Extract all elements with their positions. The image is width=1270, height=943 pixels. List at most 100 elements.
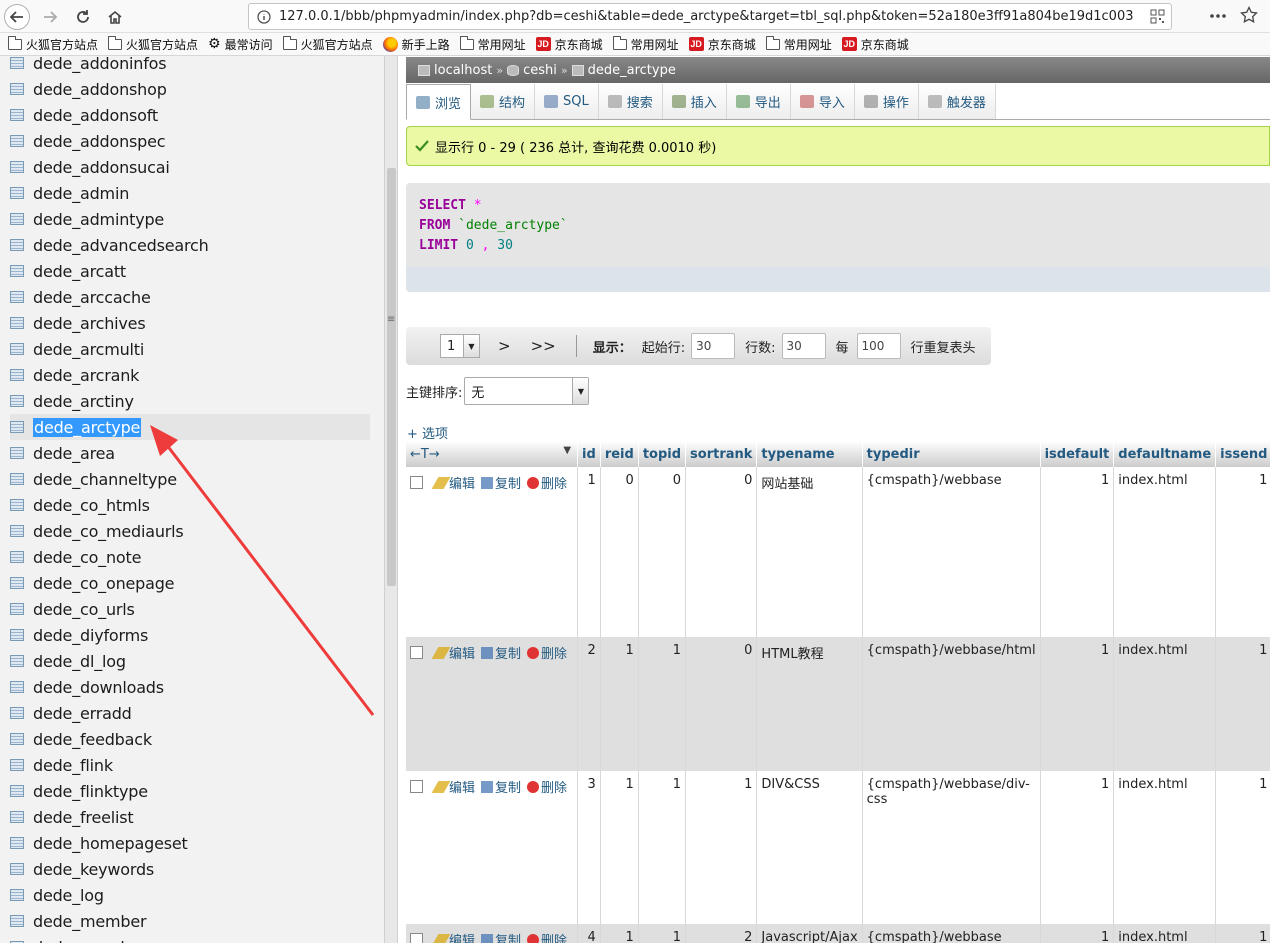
sidebar-table-name[interactable]: dede_keywords — [33, 860, 154, 879]
sidebar-table-item[interactable]: dede_archives — [10, 310, 370, 336]
forward-button[interactable] — [37, 4, 63, 30]
edit-row-button[interactable]: 编辑 — [431, 473, 475, 492]
sidebar-table-item[interactable]: dede_log — [10, 882, 370, 908]
scrollbar-thumb[interactable] — [387, 168, 396, 586]
table-icon[interactable] — [10, 265, 24, 277]
sidebar-table-item[interactable]: dede_flinktype — [10, 778, 370, 804]
sidebar-table-name[interactable]: dede_arcmulti — [33, 340, 144, 359]
sidebar-table-name[interactable]: dede_admin — [33, 184, 129, 203]
bookmark-item[interactable]: 常用网址 — [612, 35, 679, 53]
copy-row-button[interactable]: 复制 — [481, 930, 521, 943]
sidebar-table-name[interactable]: dede_flink — [33, 756, 113, 775]
column-header-sortrank[interactable]: sortrank — [685, 441, 758, 467]
copy-row-button[interactable]: 复制 — [481, 473, 521, 492]
table-icon[interactable] — [10, 109, 24, 121]
tab-export[interactable]: 导出 — [726, 84, 791, 119]
sidebar-table-name[interactable]: dede_co_onepage — [33, 574, 175, 593]
column-header-issend[interactable]: issend — [1215, 441, 1270, 467]
grip-icon[interactable]: ≡ — [387, 314, 395, 325]
sidebar-table-name[interactable]: dede_channeltype — [33, 470, 177, 489]
sidebar-table-item[interactable]: dede_arccache — [10, 284, 370, 310]
table-icon[interactable] — [10, 759, 24, 771]
sidebar-table-name[interactable]: dede_downloads — [33, 678, 164, 697]
sidebar-table-item[interactable]: dede_co_urls — [10, 596, 370, 622]
sidebar-table-name[interactable]: dede_co_urls — [33, 600, 135, 619]
column-header-defaultname[interactable]: defaultname — [1113, 441, 1217, 467]
repeat-header-input[interactable]: 100 — [856, 333, 901, 359]
tab-browse[interactable]: 浏览 — [406, 84, 472, 120]
sidebar-table-item[interactable]: dede_admin — [10, 180, 370, 206]
sidebar-table-name[interactable]: dede_addoninfos — [33, 56, 167, 73]
star-icon[interactable] — [1240, 5, 1258, 28]
table-icon[interactable] — [10, 915, 24, 927]
bookmark-item[interactable]: 火狐官方站点 — [108, 35, 198, 53]
edit-row-button[interactable]: 编辑 — [431, 777, 475, 796]
delete-row-button[interactable]: 删除 — [527, 777, 567, 796]
column-header-reid[interactable]: reid — [600, 441, 639, 467]
sidebar-table-item[interactable]: dede_arcrank — [10, 362, 370, 388]
info-icon[interactable] — [249, 9, 279, 24]
column-header-typedir[interactable]: typedir — [862, 441, 1041, 467]
table-icon[interactable] — [10, 83, 24, 95]
table-icon[interactable] — [10, 57, 24, 69]
rows-input[interactable]: 30 — [781, 333, 826, 359]
sidebar-table-name[interactable]: dede_advancedsearch — [33, 236, 209, 255]
bookmark-item[interactable]: 火狐官方站点 — [282, 35, 373, 53]
table-icon[interactable] — [10, 603, 24, 615]
delete-row-button[interactable]: 删除 — [527, 643, 567, 662]
sidebar-table-name[interactable]: dede_freelist — [33, 808, 134, 827]
sidebar-table-name[interactable]: dede_addonspec — [33, 132, 166, 151]
sidebar-table-name[interactable]: dede_member — [33, 938, 147, 943]
table-icon[interactable] — [10, 239, 24, 251]
sidebar-table-name[interactable]: dede_co_mediaurls — [33, 522, 184, 541]
breadcrumb-table[interactable]: dede_arctype — [588, 63, 676, 78]
sidebar-table-name[interactable]: dede_addonsoft — [33, 106, 158, 125]
sidebar-table-item[interactable]: dede_co_note — [10, 544, 370, 570]
options-link[interactable]: + 选项 — [407, 423, 448, 442]
table-icon[interactable] — [10, 629, 24, 641]
row-checkbox[interactable] — [410, 645, 423, 659]
table-icon[interactable] — [10, 655, 24, 667]
bookmark-item[interactable]: ⚙ 最常访问 — [208, 36, 273, 53]
table-icon[interactable] — [10, 135, 24, 147]
reload-button[interactable] — [70, 4, 96, 30]
page-select[interactable]: 1 ▼ — [440, 334, 480, 358]
sidebar-table-name[interactable]: dede_arctype — [33, 417, 142, 437]
table-icon[interactable] — [10, 187, 24, 199]
sidebar-table-item[interactable]: dede_dl_log — [10, 648, 370, 674]
sidebar-table-item[interactable]: dede_addonshop — [10, 76, 370, 102]
sidebar-table-name[interactable]: dede_flinktype — [33, 782, 148, 801]
bookmark-item[interactable]: JD 京东商城 — [841, 36, 909, 53]
sidebar-table-name[interactable]: dede_archives — [33, 314, 146, 333]
table-icon[interactable] — [10, 421, 24, 433]
table-icon[interactable] — [10, 499, 24, 511]
sidebar-table-name[interactable]: dede_co_htmls — [33, 496, 150, 515]
table-icon[interactable] — [10, 213, 24, 225]
sidebar-table-name[interactable]: dede_arcrank — [33, 366, 139, 385]
sidebar-table-item[interactable]: dede_addoninfos — [10, 56, 370, 76]
url-text[interactable]: 127.0.0.1/bbb/phpmyadmin/index.php?db=ce… — [279, 9, 1139, 24]
home-button[interactable] — [102, 4, 128, 30]
sidebar-table-item[interactable]: dede_co_onepage — [10, 570, 370, 596]
panel-splitter[interactable]: ≡ — [384, 56, 398, 943]
table-icon[interactable] — [10, 837, 24, 849]
column-arrows[interactable]: ←T→ — [410, 447, 440, 462]
sidebar-table-name[interactable]: dede_homepageset — [33, 834, 188, 853]
edit-row-button[interactable]: 编辑 — [431, 643, 475, 662]
sidebar-table-item[interactable]: dede_freelist — [10, 804, 370, 830]
column-header-topid[interactable]: topid — [638, 441, 687, 467]
sidebar-table-item[interactable]: dede_advancedsearch — [10, 232, 370, 258]
table-icon[interactable] — [10, 317, 24, 329]
dropdown-arrow-icon[interactable]: ▼ — [563, 445, 571, 456]
next-page-button[interactable]: > — [498, 337, 511, 355]
sidebar-table-name[interactable]: dede_arccache — [33, 288, 151, 307]
sidebar-table-item[interactable]: dede_arcatt — [10, 258, 370, 284]
column-arrows-header[interactable]: ←T→ ▼ — [406, 441, 579, 467]
tab-structure[interactable]: 结构 — [471, 84, 536, 119]
table-icon[interactable] — [10, 525, 24, 537]
column-header-isdefault[interactable]: isdefault — [1040, 441, 1115, 467]
sidebar-table-name[interactable]: dede_admintype — [33, 210, 164, 229]
row-checkbox[interactable] — [410, 932, 423, 943]
table-icon[interactable] — [10, 577, 24, 589]
sidebar-table-item[interactable]: dede_area — [10, 440, 370, 466]
